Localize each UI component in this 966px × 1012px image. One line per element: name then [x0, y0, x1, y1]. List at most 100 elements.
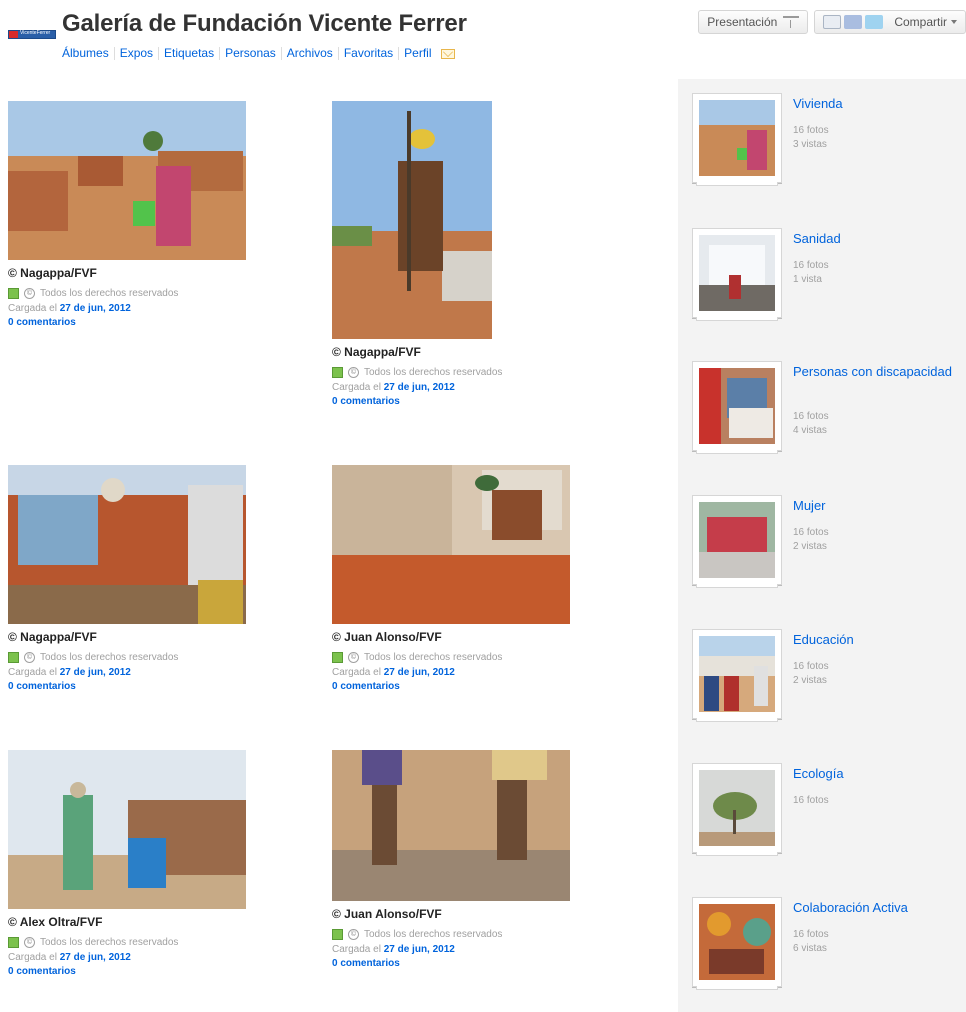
set-title-link[interactable]: Educación: [793, 631, 953, 648]
upload-info: Cargada el 27 de jun, 2012: [332, 944, 570, 955]
projector-icon: [783, 16, 800, 28]
comments-link[interactable]: 0 comentarios: [332, 681, 570, 692]
share-button[interactable]: Compartir: [814, 10, 966, 34]
photo-thumbnail[interactable]: [332, 465, 570, 624]
nav-albums[interactable]: Álbumes: [62, 47, 114, 60]
nav-expos[interactable]: Expos: [113, 47, 158, 60]
photo-thumbnail[interactable]: [8, 465, 246, 624]
license-text: Todos los derechos reservados: [364, 367, 503, 378]
set-thumbnail[interactable]: [692, 629, 782, 722]
set-title-link[interactable]: Ecología: [793, 765, 953, 782]
upload-date-link[interactable]: 27 de jun, 2012: [60, 667, 131, 678]
sets-sidebar: Vivienda 16 fotos 3 vistas Sanidad 16 fo…: [678, 79, 966, 1012]
license-text: Todos los derechos reservados: [364, 652, 503, 663]
set-thumbnail[interactable]: [692, 361, 782, 454]
license-square-icon: [332, 367, 343, 378]
set-view-count: 1 vista: [793, 274, 822, 285]
upload-info: Cargada el 27 de jun, 2012: [8, 952, 246, 963]
set-title-link[interactable]: Colaboración Activa: [793, 899, 953, 916]
photo-thumbnail[interactable]: [332, 101, 492, 339]
logo-mark: [9, 31, 18, 38]
upload-info: Cargada el 27 de jun, 2012: [332, 382, 502, 393]
set-photo-count: 16 fotos: [793, 411, 829, 422]
set-thumbnail[interactable]: [692, 897, 782, 990]
organization-logo[interactable]: VicenteFerrer: [8, 30, 56, 39]
upload-info: Cargada el 27 de jun, 2012: [332, 667, 570, 678]
set-title-link[interactable]: Mujer: [793, 497, 953, 514]
set-view-count: 3 vistas: [793, 139, 827, 150]
set-photo-count: 16 fotos: [793, 795, 829, 806]
nav-tags[interactable]: Etiquetas: [158, 47, 219, 60]
set-photo-count: 16 fotos: [793, 125, 829, 136]
set-photo-count: 16 fotos: [793, 527, 829, 538]
photo-card: © Juan Alonso/FVF © Todos los derechos r…: [332, 465, 570, 692]
upload-label: Cargada el: [8, 667, 57, 678]
gallery-nav: Álbumes Expos Etiquetas Personas Archivo…: [62, 47, 455, 60]
toolbar: Presentación Compartir: [698, 10, 966, 34]
comments-link[interactable]: 0 comentarios: [8, 966, 246, 977]
photo-caption[interactable]: © Nagappa/FVF: [332, 345, 502, 359]
photo-caption[interactable]: © Nagappa/FVF: [8, 266, 246, 280]
comments-link[interactable]: 0 comentarios: [8, 681, 246, 692]
set-view-count: 4 vistas: [793, 425, 827, 436]
license-info: © Todos los derechos reservados: [332, 367, 502, 378]
license-text: Todos los derechos reservados: [40, 652, 179, 663]
comments-link[interactable]: 0 comentarios: [332, 396, 502, 407]
photo-caption[interactable]: © Juan Alonso/FVF: [332, 630, 570, 644]
nav-people[interactable]: Personas: [219, 47, 281, 60]
set-photo-count: 16 fotos: [793, 260, 829, 271]
copyright-icon: ©: [24, 937, 35, 948]
set-title-link[interactable]: Vivienda: [793, 95, 953, 112]
slideshow-button[interactable]: Presentación: [698, 10, 809, 34]
upload-date-link[interactable]: 27 de jun, 2012: [384, 667, 455, 678]
logo-text: VicenteFerrer: [20, 30, 51, 36]
photo-thumbnail[interactable]: [8, 750, 246, 909]
chevron-down-icon: [951, 20, 957, 24]
nav-favorites[interactable]: Favoritas: [337, 47, 398, 60]
mail-icon[interactable]: [440, 48, 455, 59]
share-label: Compartir: [894, 15, 947, 29]
license-square-icon: [332, 929, 343, 940]
set-title-link[interactable]: Sanidad: [793, 230, 953, 247]
nav-archives[interactable]: Archivos: [280, 47, 338, 60]
set-thumbnail[interactable]: [692, 93, 782, 186]
upload-date-link[interactable]: 27 de jun, 2012: [60, 952, 131, 963]
photo-caption[interactable]: © Nagappa/FVF: [8, 630, 246, 644]
upload-info: Cargada el 27 de jun, 2012: [8, 667, 246, 678]
photo-thumbnail[interactable]: [332, 750, 570, 901]
upload-date-link[interactable]: 27 de jun, 2012: [384, 382, 455, 393]
set-view-count: 2 vistas: [793, 541, 827, 552]
license-square-icon: [8, 937, 19, 948]
set-title-link[interactable]: Personas con discapacidad: [793, 363, 953, 380]
upload-label: Cargada el: [332, 667, 381, 678]
photo-caption[interactable]: © Juan Alonso/FVF: [332, 907, 570, 921]
copyright-icon: ©: [24, 288, 35, 299]
upload-label: Cargada el: [332, 944, 381, 955]
photo-card: © Alex Oltra/FVF © Todos los derechos re…: [8, 750, 246, 977]
set-thumbnail[interactable]: [692, 228, 782, 321]
set-photo-count: 16 fotos: [793, 929, 829, 940]
copyright-icon: ©: [348, 652, 359, 663]
set-thumbnail[interactable]: [692, 763, 782, 856]
facebook-icon[interactable]: [844, 15, 863, 29]
license-text: Todos los derechos reservados: [364, 929, 503, 940]
comments-link[interactable]: 0 comentarios: [332, 958, 570, 969]
upload-label: Cargada el: [8, 952, 57, 963]
twitter-icon[interactable]: [865, 15, 884, 29]
copyright-icon: ©: [24, 652, 35, 663]
license-info: © Todos los derechos reservados: [8, 652, 246, 663]
license-text: Todos los derechos reservados: [40, 937, 179, 948]
upload-date-link[interactable]: 27 de jun, 2012: [384, 944, 455, 955]
comments-link[interactable]: 0 comentarios: [8, 317, 246, 328]
photo-thumbnail[interactable]: [8, 101, 246, 260]
nav-profile[interactable]: Perfil: [398, 47, 436, 60]
license-info: © Todos los derechos reservados: [8, 937, 246, 948]
photo-caption[interactable]: © Alex Oltra/FVF: [8, 915, 246, 929]
email-icon[interactable]: [823, 15, 842, 29]
slideshow-label: Presentación: [707, 15, 778, 29]
upload-info: Cargada el 27 de jun, 2012: [8, 303, 246, 314]
set-thumbnail[interactable]: [692, 495, 782, 588]
upload-date-link[interactable]: 27 de jun, 2012: [60, 303, 131, 314]
license-square-icon: [8, 288, 19, 299]
upload-label: Cargada el: [8, 303, 57, 314]
